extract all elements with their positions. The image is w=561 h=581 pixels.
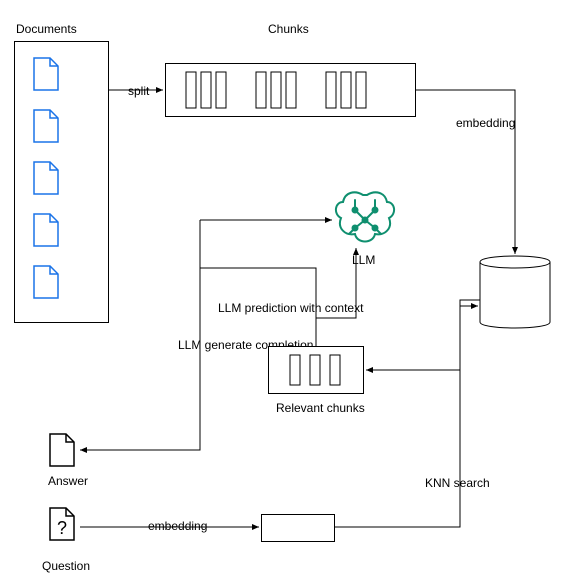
relevant-chunks-box	[268, 346, 364, 394]
arrow-prediction	[316, 248, 356, 346]
split-label: split	[128, 84, 149, 98]
svg-text:?: ?	[57, 518, 67, 538]
llm-icon	[336, 192, 394, 241]
llm-label: LLM	[352, 253, 375, 267]
arrow-knn	[335, 306, 478, 527]
llm-prediction-label: LLM prediction with context	[218, 301, 363, 315]
chunks-label: Chunks	[268, 22, 309, 36]
embedding-top-label: embedding	[456, 116, 515, 130]
documents-label: Documents	[16, 22, 77, 36]
vector-box	[261, 514, 335, 542]
question-label: Question	[42, 559, 90, 573]
question-icon: ?	[50, 508, 74, 540]
answer-label: Answer	[48, 474, 88, 488]
answer-file-icon	[50, 434, 74, 466]
arrow-db-to-chunks	[366, 300, 480, 370]
chunks-box	[165, 63, 416, 117]
vector-db-label: VectorDatabase	[486, 282, 546, 313]
relevant-chunks-label: Relevant chunks	[276, 401, 365, 415]
arrow-embedding-top	[416, 90, 515, 254]
embedding-bottom-label: embedding	[148, 519, 207, 533]
documents-box	[14, 41, 109, 323]
knn-label: KNN search	[425, 476, 490, 490]
